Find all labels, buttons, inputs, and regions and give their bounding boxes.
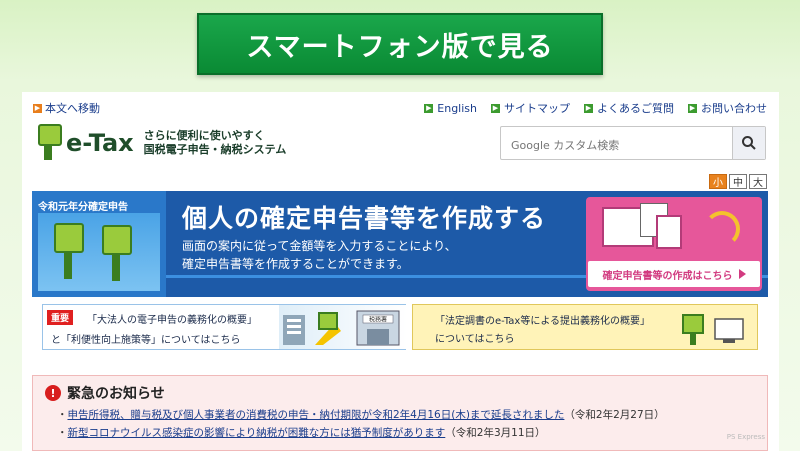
hero-desc-line-2: 確定申告書等を作成することができます。 — [182, 257, 409, 271]
page-container: ▶ 本文へ移動 ▶ English ▶ サイトマップ ▶ よくあるご質問 ▶ お問い合わ… — [22, 92, 779, 451]
mascot-icon — [102, 225, 132, 255]
create-return-label: 確定申告書等の作成はこちら — [602, 270, 733, 282]
etax-logo[interactable]: e-Tax さらに便利に使いやすく 国税電子申告・納税システム — [36, 124, 286, 162]
list-item: ・新型コロナウイルス感染症の影響により納税が困難な方には猶予制度があります（令和… — [57, 427, 546, 439]
tablet-icon — [656, 215, 682, 249]
tax-office-illustration: 税務署 — [279, 305, 407, 349]
hero-title: 個人の確定申告書等を作成する — [182, 204, 547, 233]
alert-icon: ! — [45, 385, 61, 401]
contact-link-label: お問い合わせ — [701, 102, 767, 115]
wireless-icon — [704, 211, 740, 247]
list-item: ・申告所得税、贈与税及び個人事業者の消費税の申告・納付期限が令和2年4月16日(… — [57, 409, 665, 421]
emergency-list: ・申告所得税、贈与税及び個人事業者の消費税の申告・納付期限が令和2年4月16日(… — [57, 406, 665, 442]
header-links: ▶ English ▶ サイトマップ ▶ よくあるご質問 ▶ お問い合わせ — [424, 100, 767, 116]
smartphone-version-label: スマートフォン版で見る — [246, 31, 554, 63]
statutory-records-banner[interactable]: 「法定調書のe-Tax等による提出義務化の概要」 についてはこちら — [412, 304, 758, 350]
emergency-title: 緊急のお知らせ — [67, 386, 165, 402]
notice-link[interactable]: 新型コロナウイルス感染症の影響により納税が困難な方には猶予制度があります — [68, 427, 446, 439]
logo-name: e-Tax — [66, 129, 134, 157]
emergency-notice: ! 緊急のお知らせ ・申告所得税、贈与税及び個人事業者の消費税の申告・納付期限が… — [32, 375, 768, 451]
font-size-medium-button[interactable]: 中 — [729, 174, 747, 189]
hero-desc-line-1: 画面の案内に従って金額等を入力することにより、 — [182, 239, 457, 253]
important-badge: 重要 — [47, 310, 74, 325]
statutory-banner-line-1: 「法定調書のe-Tax等による提出義務化の概要」 — [435, 316, 651, 327]
create-return-button[interactable]: 確定申告書等の作成はこちら — [588, 261, 760, 287]
emergency-heading: ! 緊急のお知らせ — [45, 383, 165, 403]
english-link-label: English — [437, 101, 477, 115]
create-return-cta[interactable]: 確定申告書等の作成はこちら — [586, 197, 762, 291]
mascot-computer-icon — [682, 314, 744, 345]
site-search — [500, 126, 766, 160]
english-link[interactable]: ▶ English — [424, 100, 477, 116]
arrow-icon: ▶ — [33, 103, 42, 113]
arrow-icon: ▶ — [688, 103, 697, 113]
hero-description: 画面の案内に従って金額等を入力することにより、 確定申告書等を作成することができ… — [182, 237, 457, 273]
font-size-large-button[interactable]: 大 — [749, 174, 767, 189]
mascot-icon — [54, 223, 84, 253]
tagline-line-2: 国税電子申告・納税システム — [143, 143, 287, 156]
corporate-e-filing-banner[interactable]: 重要 「大法人の電子申告の義務化の概要」 と「利便性向上施策等」についてはこちら… — [42, 304, 407, 350]
arrow-icon: ▶ — [491, 103, 500, 113]
notice-link[interactable]: 申告所得税、贈与税及び個人事業者の消費税の申告・納付期限が令和2年4月16日(木… — [68, 409, 565, 421]
smartphone-version-button[interactable]: スマートフォン版で見る — [197, 13, 603, 75]
arrow-icon: ▶ — [584, 103, 593, 113]
contact-link[interactable]: ▶ お問い合わせ — [688, 100, 767, 116]
corporate-banner-line-2: と「利便性向上施策等」についてはこちら — [51, 335, 241, 346]
search-button[interactable] — [732, 127, 765, 159]
hero-illustration: 令和元年分確定申告 — [32, 191, 166, 297]
tagline-line-1: さらに便利に使いやすく — [143, 129, 265, 142]
mascot-icon — [36, 124, 62, 162]
notice-date: （令和2年2月27日） — [564, 409, 665, 421]
hero-banner[interactable]: 令和元年分確定申告 個人の確定申告書等を作成する 画面の案内に従って金額等を入力… — [32, 191, 768, 297]
tax-office-sign: 税務署 — [369, 316, 387, 324]
skip-to-content-label: 本文へ移動 — [45, 102, 100, 115]
hero-year-label: 令和元年分確定申告 — [38, 202, 128, 213]
play-arrow-icon — [738, 269, 746, 279]
faq-link[interactable]: ▶ よくあるご質問 — [584, 100, 674, 116]
statutory-banner-line-2: についてはこちら — [435, 334, 515, 345]
sitemap-link-label: サイトマップ — [504, 102, 570, 115]
notice-date: （令和2年3月11日） — [445, 427, 546, 439]
search-input[interactable] — [509, 135, 733, 155]
skip-to-content-link[interactable]: ▶ 本文へ移動 — [33, 100, 100, 116]
sitemap-link[interactable]: ▶ サイトマップ — [491, 100, 570, 116]
faq-link-label: よくあるご質問 — [597, 102, 674, 115]
watermark: PS Express — [726, 433, 765, 441]
logo-tagline: さらに便利に使いやすく 国税電子申告・納税システム — [144, 129, 287, 157]
arrow-icon: ▶ — [424, 103, 434, 113]
search-icon — [742, 136, 756, 150]
font-size-small-button[interactable]: 小 — [709, 174, 727, 189]
font-size-switcher: 小 中 大 — [709, 174, 767, 189]
corporate-banner-line-1: 「大法人の電子申告の義務化の概要」 — [87, 315, 257, 326]
